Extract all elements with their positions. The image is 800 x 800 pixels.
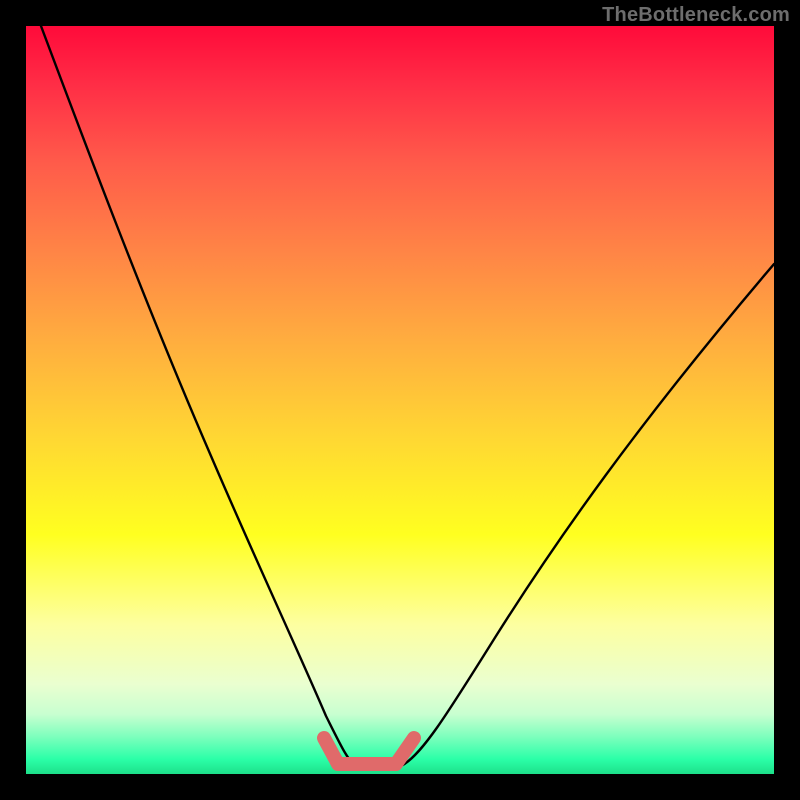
plot-area bbox=[26, 26, 774, 774]
optimal-band-marker bbox=[324, 738, 414, 764]
curve-layer bbox=[26, 26, 774, 774]
watermark-text: TheBottleneck.com bbox=[602, 4, 790, 27]
bottleneck-curve bbox=[41, 26, 774, 769]
chart-frame: TheBottleneck.com bbox=[0, 0, 800, 800]
